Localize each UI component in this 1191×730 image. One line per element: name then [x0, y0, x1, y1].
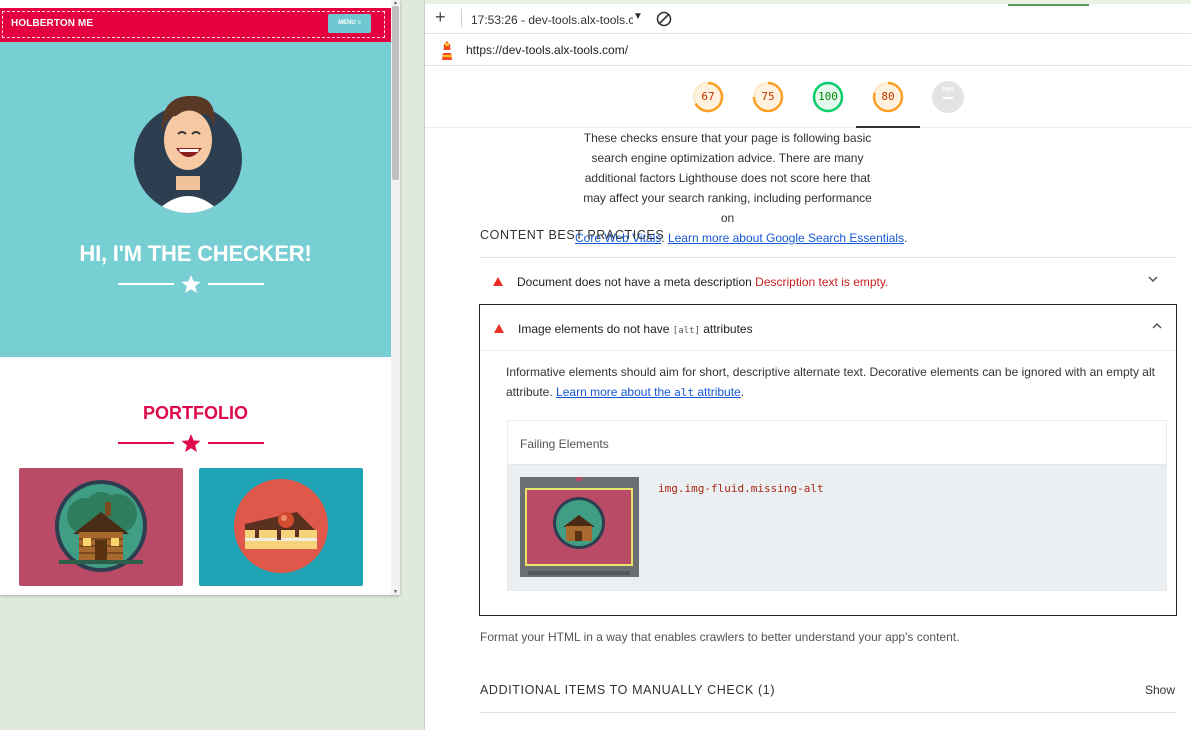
scroll-down-icon[interactable]: ▼ [392, 589, 399, 595]
star-divider [118, 275, 264, 293]
audit-alt-title-code: [alt] [672, 326, 700, 336]
seo-description-text: These checks ensure that your page is fo… [583, 131, 872, 225]
audit-alt-title-pre: Image elements do not have [518, 322, 670, 336]
score-value: 80 [881, 90, 895, 103]
score-gauges: 67 75 100 80 PWA [425, 66, 1191, 128]
element-screenshot-thumbnail[interactable] [520, 477, 639, 577]
divider [479, 712, 1176, 713]
failing-elements-label: Failing Elements [520, 437, 609, 451]
desc-period: . [740, 385, 745, 399]
content-best-practices-title: CONTENT BEST PRACTICES [480, 228, 665, 242]
gauge-score-2[interactable]: 75 [752, 81, 784, 113]
audit-meta-title: Document does not have a meta descriptio… [517, 275, 752, 289]
cake-icon [234, 479, 328, 573]
hero-title: HI, I'M THE CHECKER! [79, 241, 312, 266]
chevron-up-icon[interactable] [1151, 320, 1163, 335]
score-value: 100 [818, 90, 838, 103]
pwa-label: PWA [942, 87, 954, 93]
cabin-icon [55, 480, 147, 572]
site-navbar: HOLBERTON ME MENU ≡ [0, 8, 391, 42]
clear-reports-icon[interactable] [656, 11, 672, 27]
show-button[interactable]: Show [1145, 683, 1175, 697]
portfolio-item-cake[interactable] [199, 468, 363, 586]
new-report-button[interactable]: + [435, 7, 446, 27]
scrollbar-thumb[interactable] [392, 6, 399, 180]
score-value: 67 [701, 90, 715, 103]
audit-alt-title-post: attributes [703, 322, 753, 336]
portfolio-item-cabin[interactable] [19, 468, 183, 586]
toolbar-separator [461, 9, 462, 27]
url-bar: https://dev-tools.alx-tools.com/ [425, 34, 1191, 66]
manual-check-title[interactable]: ADDITIONAL ITEMS TO MANUALLY CHECK (1) [480, 683, 775, 697]
lighthouse-icon [442, 41, 452, 60]
report-content: These checks ensure that your page is fo… [425, 128, 1191, 730]
content-footnote: Format your HTML in a way that enables c… [480, 630, 960, 644]
lighthouse-panel: + 17:53:26 - dev-tools.alx-tools.c ▼ htt… [424, 0, 1191, 730]
failing-elements-header: Failing Elements [508, 421, 1166, 465]
audit-image-alt-header[interactable]: Image elements do not have [alt] attribu… [480, 305, 1176, 351]
chevron-down-icon[interactable] [1147, 273, 1159, 288]
audit-meta-error: Description text is empty. [755, 275, 889, 289]
desc-period: . [904, 231, 908, 245]
menu-button[interactable]: MENU ≡ [328, 14, 371, 33]
fail-triangle-icon [493, 277, 503, 286]
score-value: 75 [761, 90, 775, 103]
learn-more-alt-link[interactable]: Learn more about the alt attribute [556, 385, 741, 399]
manual-check-count: (1) [758, 683, 776, 697]
fail-triangle-icon [494, 324, 504, 333]
audit-alt-description: Informative elements should aim for shor… [506, 362, 1166, 403]
site-brand[interactable]: HOLBERTON ME [11, 18, 93, 29]
failing-element-row[interactable]: img.img-fluid.missing-alt [508, 465, 1166, 590]
star-icon [181, 275, 201, 293]
report-selector[interactable]: 17:53:26 - dev-tools.alx-tools.c [471, 13, 633, 27]
audit-title: Image elements do not have [alt] attribu… [518, 322, 753, 336]
star-icon [181, 434, 201, 452]
pwa-dash-icon [943, 97, 953, 99]
site-page: HOLBERTON ME MENU ≡ HI, I'M THE CHECKER!… [0, 0, 391, 595]
failing-element-selector[interactable]: img.img-fluid.missing-alt [658, 482, 824, 495]
audited-url[interactable]: https://dev-tools.alx-tools.com/ [466, 43, 628, 57]
portfolio-star-divider [118, 434, 264, 452]
manual-check-label: ADDITIONAL ITEMS TO MANUALLY CHECK [480, 683, 754, 697]
gauge-score-1[interactable]: 67 [692, 81, 724, 113]
report-toolbar: + 17:53:26 - dev-tools.alx-tools.c ▼ [425, 0, 1191, 34]
chevron-down-icon[interactable]: ▼ [633, 11, 643, 22]
audit-title: Document does not have a meta descriptio… [517, 275, 888, 289]
hero-section: HI, I'M THE CHECKER! [0, 42, 391, 357]
preview-scrollbar[interactable]: ▲ ▼ [391, 0, 400, 595]
audit-meta-description[interactable]: Document does not have a meta descriptio… [479, 258, 1176, 304]
avatar [134, 95, 242, 213]
gauge-pwa[interactable]: PWA [932, 81, 964, 113]
gauge-score-3[interactable]: 100 [812, 81, 844, 113]
search-essentials-link[interactable]: Learn more about Google Search Essential… [668, 231, 904, 245]
failing-elements-table: Failing Elements img.img-fluid.missing-a… [507, 420, 1167, 591]
active-tab-indicator [1008, 4, 1089, 6]
device-preview: HOLBERTON ME MENU ≡ HI, I'M THE CHECKER!… [0, 0, 400, 595]
screen: HOLBERTON ME MENU ≡ HI, I'M THE CHECKER!… [0, 0, 1191, 730]
gauge-score-4[interactable]: 80 [856, 81, 920, 128]
portfolio-title: PORTFOLIO [143, 403, 248, 423]
audit-image-alt-expanded: Image elements do not have [alt] attribu… [479, 304, 1177, 616]
